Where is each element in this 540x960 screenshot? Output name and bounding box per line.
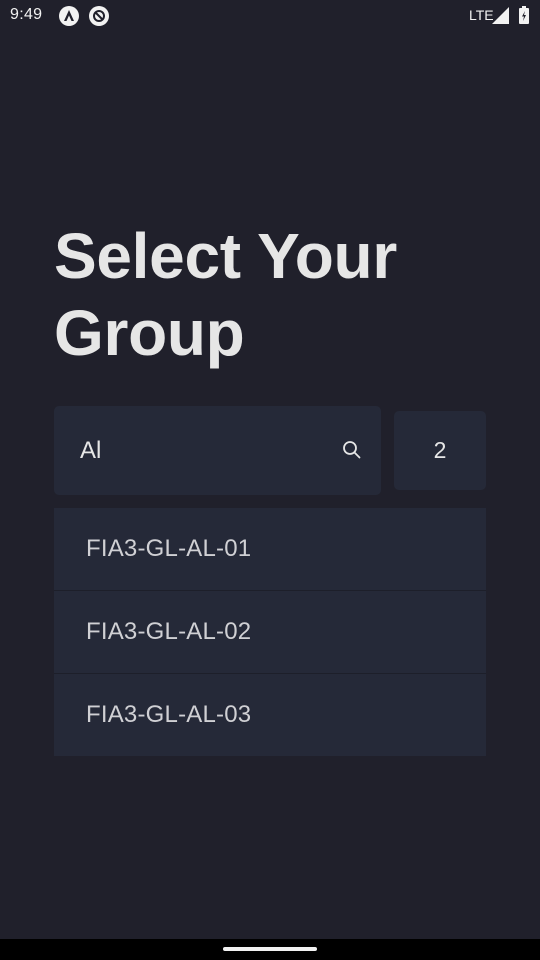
list-item[interactable]: FIA3-GL-AL-01 — [54, 508, 486, 591]
list-item-label: FIA3-GL-AL-03 — [86, 701, 252, 728]
navigation-bar — [0, 939, 540, 960]
list-item[interactable]: FIA3-GL-AL-03 — [54, 674, 486, 756]
search-icon[interactable] — [342, 440, 361, 459]
app-sync-icon — [89, 6, 109, 26]
signal-icon — [492, 7, 509, 24]
results-count-badge: 2 — [394, 411, 486, 490]
network-type: LTE — [469, 7, 494, 23]
home-handle[interactable] — [223, 947, 317, 951]
search-input[interactable] — [80, 432, 330, 470]
results-count: 2 — [433, 437, 447, 463]
search-box[interactable] — [54, 406, 381, 495]
app-a-icon — [59, 6, 79, 26]
status-bar: 9:49 LTE — [0, 0, 540, 32]
screen: 9:49 LTE Select Your Group Al 2 FIA3-GL-… — [0, 0, 540, 960]
results-list: FIA3-GL-AL-01 FIA3-GL-AL-02 FIA3-GL-AL-0… — [54, 508, 486, 756]
battery-icon — [519, 6, 529, 24]
list-item[interactable]: FIA3-GL-AL-02 — [54, 591, 486, 674]
page-title: Select Your Group — [54, 220, 397, 369]
list-item-label: FIA3-GL-AL-02 — [86, 618, 252, 645]
list-item-label: FIA3-GL-AL-01 — [86, 535, 252, 562]
status-time: 9:49 — [10, 6, 43, 23]
